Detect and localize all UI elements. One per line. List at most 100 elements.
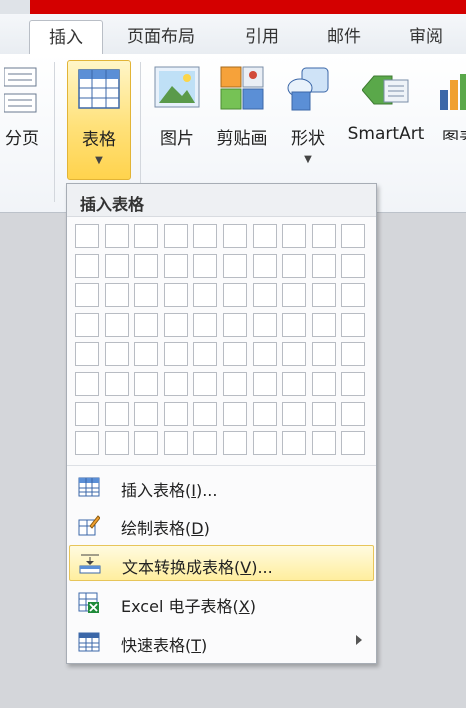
convert-text-to-table-item[interactable]: 文本转换成表格(V)... [69,545,374,581]
grid-cell[interactable] [104,431,129,456]
grid-cell[interactable] [341,372,366,396]
grid-cell[interactable] [75,342,99,367]
grid-cell[interactable] [252,224,277,248]
grid-cell[interactable] [252,431,277,456]
grid-cell[interactable] [104,342,129,367]
grid-cell[interactable] [282,253,307,278]
grid-cell[interactable] [311,401,336,426]
grid-cell[interactable] [193,253,218,278]
grid-cell[interactable] [252,401,277,426]
grid-cell[interactable] [223,253,247,278]
grid-cell[interactable] [223,401,247,426]
grid-cell[interactable] [134,283,159,308]
grid-cell[interactable] [75,431,99,456]
grid-cell[interactable] [75,372,99,396]
grid-cell[interactable] [252,253,277,278]
excel-spreadsheet-item[interactable]: Excel 电子表格(X) [69,585,372,621]
grid-cell[interactable] [311,224,336,248]
tab-mailings[interactable]: 邮件 [314,20,374,54]
grid-cell[interactable] [163,253,188,278]
grid-cell[interactable] [104,401,129,426]
shapes-button[interactable]: 形状 ▼ [280,60,336,178]
grid-cell[interactable] [223,224,247,248]
quick-tables-item[interactable]: 快速表格(T) [69,624,372,660]
grid-cell[interactable] [223,312,247,337]
dropdown-header: 插入表格 [67,184,376,217]
grid-cell[interactable] [193,431,218,456]
table-button[interactable]: 表格 ▼ [67,60,131,180]
grid-cell[interactable] [163,372,188,396]
tab-references[interactable]: 引用 [232,20,292,54]
tab-review[interactable]: 审阅 [396,20,456,54]
grid-cell[interactable] [104,224,129,248]
grid-cell[interactable] [252,283,277,308]
insert-table-label: 插入表格(I)... [121,477,217,501]
smartart-button[interactable]: SmartArt [342,60,430,144]
grid-cell[interactable] [223,372,247,396]
grid-cell[interactable] [134,401,159,426]
picture-button[interactable]: 图片 [150,60,204,149]
draw-table-item[interactable]: 绘制表格(D) [69,507,372,543]
grid-cell[interactable] [104,283,129,308]
grid-cell[interactable] [134,342,159,367]
grid-cell[interactable] [134,372,159,396]
grid-cell[interactable] [75,253,99,278]
tab-page-layout[interactable]: 页面布局 [116,20,206,54]
grid-cell[interactable] [341,253,366,278]
grid-cell[interactable] [311,342,336,367]
tab-insert[interactable]: 插入 [29,20,103,56]
grid-cell[interactable] [193,283,218,308]
grid-cell[interactable] [75,312,99,337]
grid-cell[interactable] [282,342,307,367]
grid-cell[interactable] [223,342,247,367]
grid-cell[interactable] [252,342,277,367]
grid-cell[interactable] [134,431,159,456]
grid-cell[interactable] [341,431,366,456]
grid-cell[interactable] [341,342,366,367]
grid-cell[interactable] [282,431,307,456]
grid-cell[interactable] [252,372,277,396]
grid-cell[interactable] [311,253,336,278]
grid-cell[interactable] [163,401,188,426]
grid-cell[interactable] [75,283,99,308]
grid-cell[interactable] [104,372,129,396]
grid-cell[interactable] [341,224,366,248]
grid-cell[interactable] [282,401,307,426]
grid-cell[interactable] [75,224,99,248]
grid-cell[interactable] [223,431,247,456]
grid-cell[interactable] [134,253,159,278]
grid-cell[interactable] [104,253,129,278]
grid-cell[interactable] [163,283,188,308]
grid-cell[interactable] [311,431,336,456]
grid-cell[interactable] [104,312,129,337]
grid-cell[interactable] [341,401,366,426]
grid-cell[interactable] [193,312,218,337]
grid-cell[interactable] [163,342,188,367]
grid-cell[interactable] [193,224,218,248]
grid-cell[interactable] [311,372,336,396]
grid-cell[interactable] [163,431,188,456]
grid-cell[interactable] [341,283,366,308]
grid-cell[interactable] [223,283,247,308]
grid-cell[interactable] [282,224,307,248]
grid-cell[interactable] [193,342,218,367]
grid-cell[interactable] [75,401,99,426]
page-break-button[interactable]: 分页 [0,60,44,149]
grid-cell[interactable] [252,312,277,337]
clipart-button[interactable]: 剪贴画 [212,60,272,149]
convert-text-to-table-text: 文本转换成表格( [122,558,241,577]
grid-cell[interactable] [163,312,188,337]
grid-cell[interactable] [282,312,307,337]
grid-cell[interactable] [311,283,336,308]
grid-cell[interactable] [193,401,218,426]
grid-cell[interactable] [134,312,159,337]
grid-cell[interactable] [311,312,336,337]
grid-cell[interactable] [341,312,366,337]
chart-button[interactable]: 图表 [436,60,466,140]
grid-cell[interactable] [282,283,307,308]
grid-cell[interactable] [193,372,218,396]
grid-cell[interactable] [163,224,188,248]
grid-cell[interactable] [282,372,307,396]
grid-cell[interactable] [134,224,159,248]
insert-table-item[interactable]: 插入表格(I)... [69,469,372,505]
